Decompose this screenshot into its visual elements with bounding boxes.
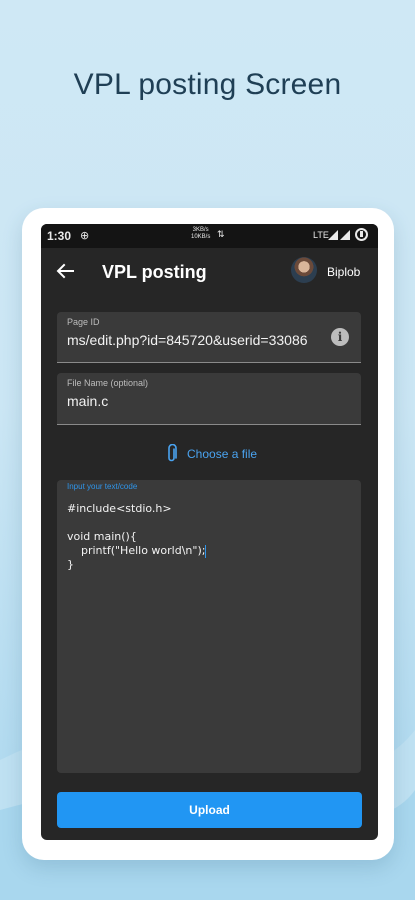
arrow-back-icon[interactable] [55,261,75,281]
user-name[interactable]: Biplob [327,265,360,279]
code-text[interactable]: #include<stdio.h> void main(){ printf("H… [67,502,207,572]
page-title: VPL posting [102,262,207,282]
paperclip-icon[interactable] [165,444,179,464]
data-transfer-icon: ⇅ [217,229,225,239]
speed-down: 10KB/s [191,234,211,240]
file-name-field[interactable]: File Name (optional) main.c [57,373,361,425]
choose-file-button[interactable]: Choose a file [187,447,257,461]
text-caret [205,544,207,558]
file-name-label: File Name (optional) [67,378,149,388]
info-icon[interactable]: i [331,328,349,346]
app-bar: VPL posting Biplob [41,248,378,296]
file-name-value[interactable]: main.c [67,393,108,409]
upload-button[interactable]: Upload [57,792,362,828]
cast-icon: ⊕ [80,230,90,242]
speed-up: 3KB/s [192,227,209,233]
status-time: 1:30 [47,229,72,243]
page-id-field[interactable]: Page ID ms/edit.php?id=845720&userid=330… [57,312,361,363]
code-input-label: Input your text/code [67,482,138,491]
promo-headline: VPL posting Screen [73,68,342,101]
page-id-label: Page ID [67,317,100,327]
code-line-1: #include<stdio.h> [67,502,172,515]
code-input[interactable]: Input your text/code #include<stdio.h> v… [57,480,361,773]
network-speed: 3KB/s 10KB/s [191,227,210,241]
signal-icon-2 [340,230,350,240]
phone-screen: 1:30 ⊕ 3KB/s 10KB/s ⇅ LTE VPL posting Bi… [41,224,378,840]
code-line-4: printf("Hello world\n"); [67,544,206,557]
code-line-5: } [67,558,74,571]
battery-icon [355,228,368,241]
avatar[interactable] [291,257,317,283]
page-id-value[interactable]: ms/edit.php?id=845720&userid=33086 [67,332,308,348]
status-bar: 1:30 ⊕ 3KB/s 10KB/s ⇅ LTE [41,224,378,248]
network-type: LTE [313,230,329,240]
signal-icon [328,230,338,240]
code-line-3: void main(){ [67,530,137,543]
